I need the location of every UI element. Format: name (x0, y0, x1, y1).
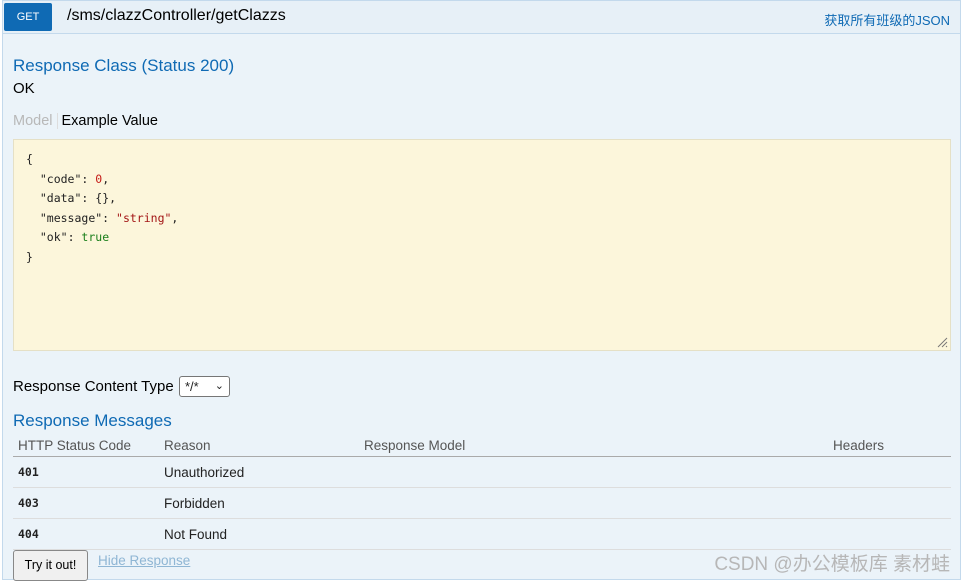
response-content-type-select[interactable]: */* ⌄ (179, 376, 230, 397)
reason-cell: Forbidden (159, 487, 359, 519)
headers-cell (828, 518, 951, 550)
json-line: "ok": true (39, 230, 110, 244)
column-header: Reason (159, 434, 359, 457)
operation-header[interactable]: GET /sms/clazzController/getClazzs 获取所有班… (3, 1, 960, 34)
chevron-down-icon: ⌄ (214, 380, 224, 392)
status-code-cell: 403 (13, 487, 159, 519)
table-row: 404 Not Found (13, 518, 951, 550)
try-it-out-button[interactable]: Try it out! (13, 550, 88, 581)
tab-example-value[interactable]: Example Value (58, 113, 158, 129)
response-messages-table: HTTP Status Code Reason Response Model H… (13, 434, 951, 550)
column-header: Response Model (359, 434, 828, 457)
table-row: 401 Unauthorized (13, 456, 951, 488)
operation-panel: GET /sms/clazzController/getClazzs 获取所有班… (2, 0, 961, 581)
response-model-cell (359, 518, 828, 550)
json-open-brace: { (26, 152, 33, 166)
reason-cell: Unauthorized (159, 456, 359, 488)
json-line: "data": {}, (39, 191, 117, 205)
reason-cell: Not Found (159, 518, 359, 550)
response-content-type-label: Response Content Type (13, 378, 174, 395)
response-content-type-value: */* (185, 379, 199, 394)
table-header-row: HTTP Status Code Reason Response Model H… (13, 434, 951, 457)
response-model-cell (359, 456, 828, 488)
json-line: "message": "string", (39, 210, 179, 225)
table-row: 403 Forbidden (13, 487, 951, 519)
response-class-heading: Response Class (Status 200) (13, 56, 235, 75)
status-code-cell: 401 (13, 456, 159, 488)
column-header: HTTP Status Code (13, 434, 159, 457)
status-code-cell: 404 (13, 518, 159, 550)
headers-cell (828, 487, 951, 519)
response-messages-heading: Response Messages (13, 411, 172, 430)
response-class-status: OK (13, 80, 35, 97)
example-value-textarea[interactable]: { "code": 0, "data": {}, "message": "str… (13, 139, 951, 351)
endpoint-path[interactable]: /sms/clazzController/getClazzs (67, 7, 286, 25)
http-method-badge[interactable]: GET (4, 3, 52, 31)
response-model-cell (359, 487, 828, 519)
model-tabs: Model Example Value (13, 113, 158, 129)
headers-cell (828, 456, 951, 488)
json-close-brace: } (26, 249, 33, 264)
endpoint-summary[interactable]: 获取所有班级的JSON (824, 10, 950, 29)
json-line: "code": 0, (39, 171, 110, 186)
hide-response-link[interactable]: Hide Response (98, 553, 190, 568)
tab-model[interactable]: Model (13, 113, 58, 129)
resize-grip-icon[interactable] (936, 336, 948, 348)
column-header: Headers (828, 434, 951, 457)
watermark: CSDN @办公模板库 素材蛙 (714, 554, 950, 575)
